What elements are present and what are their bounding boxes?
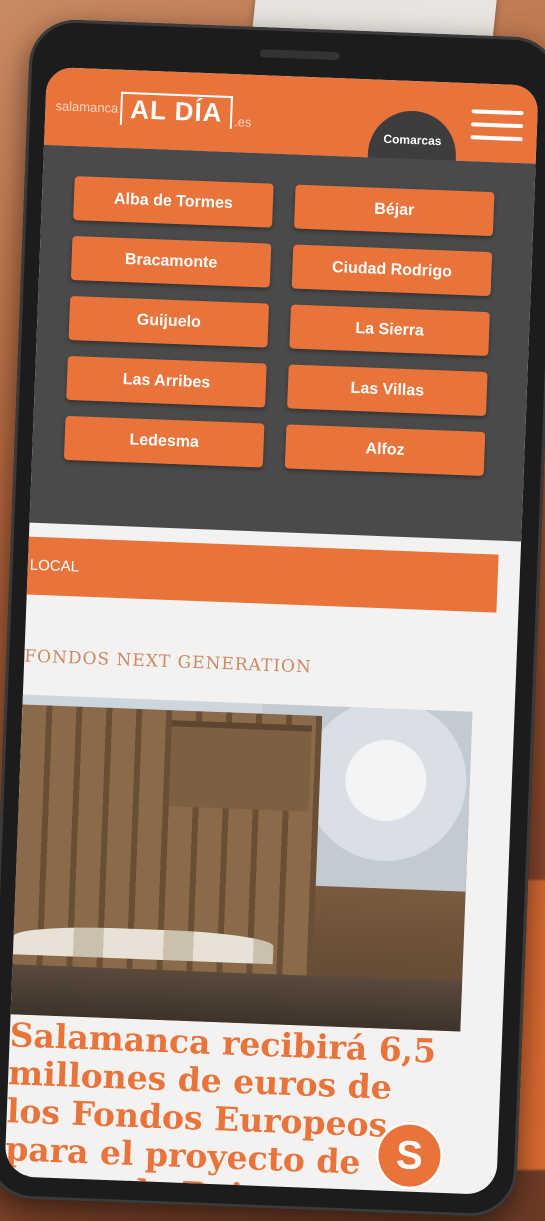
hamburger-menu-icon[interactable] bbox=[470, 109, 524, 145]
article-kicker[interactable]: FONDOS NEXT GENERATION bbox=[24, 646, 312, 677]
comarca-bejar[interactable]: Béjar bbox=[293, 184, 495, 237]
photo-building-top bbox=[168, 720, 312, 812]
section-label: LOCAL bbox=[29, 556, 80, 576]
article-photo[interactable] bbox=[10, 694, 473, 1032]
comarca-las-arribes[interactable]: Las Arribes bbox=[66, 355, 267, 408]
comarca-las-villas[interactable]: Las Villas bbox=[287, 364, 488, 417]
comarca-bracamonte[interactable]: Bracamonte bbox=[70, 236, 272, 288]
logo-suffix: .es bbox=[233, 114, 252, 130]
comarca-ciudad-rodrigo[interactable]: Ciudad Rodrigo bbox=[291, 244, 493, 297]
comarca-la-sierra[interactable]: La Sierra bbox=[289, 304, 490, 357]
comarcas-menu: Alba de Tormes Béjar Bracamonte Ciudad R… bbox=[29, 144, 536, 542]
comarca-alfoz[interactable]: Alfoz bbox=[284, 424, 486, 476]
comarca-alba-de-tormes[interactable]: Alba de Tormes bbox=[73, 176, 274, 228]
comarcas-button[interactable]: Comarcas bbox=[367, 109, 458, 165]
comarca-ledesma[interactable]: Ledesma bbox=[63, 415, 265, 468]
site-logo[interactable]: salamanca AL DÍA .es bbox=[55, 89, 253, 130]
logo-main: AL DÍA bbox=[119, 91, 234, 130]
phone-device: salamanca AL DÍA .es Comarcas Alba de To… bbox=[0, 18, 545, 1218]
phone-screen: salamanca AL DÍA .es Comarcas Alba de To… bbox=[4, 66, 539, 1195]
phone-speaker bbox=[259, 49, 340, 61]
comarca-guijuelo[interactable]: Guijuelo bbox=[68, 295, 270, 348]
comarcas-grid: Alba de Tormes Béjar Bracamonte Ciudad R… bbox=[63, 176, 495, 476]
logo-prefix: salamanca bbox=[55, 98, 119, 116]
section-bar[interactable]: LOCAL bbox=[26, 536, 499, 613]
